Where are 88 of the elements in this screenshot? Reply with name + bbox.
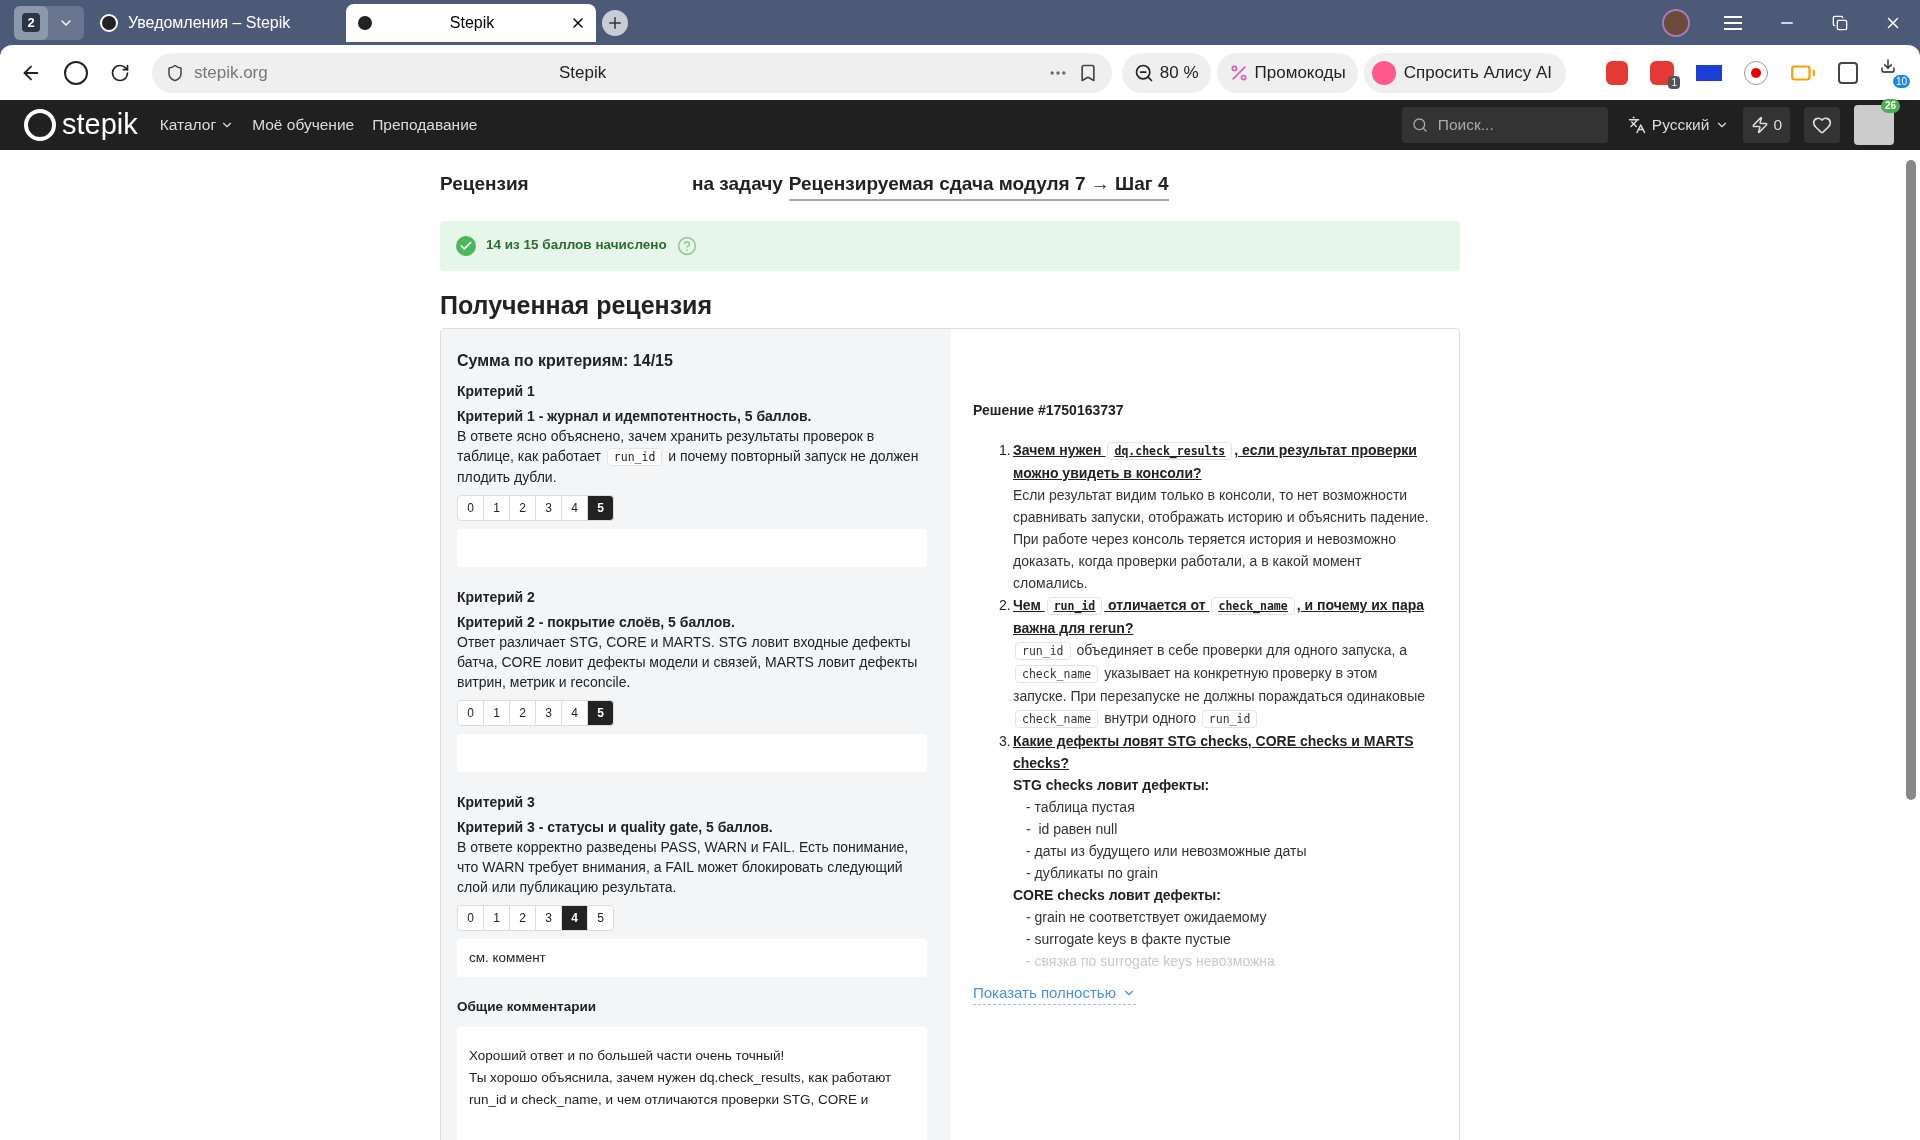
zoom-button[interactable]: 80 %	[1121, 52, 1211, 93]
criterion-description: Ответ различает STG, CORE и MARTS. STG ловит входные дефекты батча, CORE ловит дефекты модели и связей, MARTS ловит дефекты витрин, метрик и reconcile.	[457, 633, 919, 692]
search-icon	[1411, 117, 1428, 133]
translate-icon	[1627, 116, 1646, 134]
score-option[interactable]: 2	[509, 495, 536, 521]
address-bar[interactable]: stepik.org Stepik	[152, 52, 1112, 93]
scrollbar[interactable]	[1906, 160, 1916, 800]
extension-icon[interactable]	[1696, 64, 1722, 81]
score-option[interactable]: 0	[457, 700, 484, 726]
comment-field[interactable]: см. коммент	[457, 939, 927, 977]
score-option[interactable]: 3	[535, 495, 562, 521]
task-prefix: на задачу	[692, 172, 783, 196]
answer-bullet: - surrogate keys в факте пустые	[1026, 930, 1231, 949]
heart-icon	[1812, 115, 1832, 135]
favorites-button[interactable]	[1804, 107, 1840, 143]
general-comments-label: Общие комментарии	[457, 998, 598, 1016]
alice-button[interactable]: Спросить Алису AI	[1363, 52, 1566, 93]
score-option[interactable]: 4	[561, 495, 588, 521]
score-option[interactable]: 3	[535, 905, 562, 931]
nav-link[interactable]: Моё обучение	[252, 113, 355, 137]
answer-bullet: - таблица пустая	[1026, 798, 1135, 817]
shield-icon	[166, 63, 184, 82]
answer-subheading: STG checks ловит дефекты:	[1013, 776, 1211, 795]
download-count: 10	[1892, 74, 1910, 88]
tab-count-button[interactable]: 2	[14, 5, 48, 40]
browser-tab[interactable]: Уведомления – Stepik	[90, 3, 340, 42]
solution-title: Решение #1750163737	[973, 401, 1125, 420]
score-option[interactable]: 1	[483, 495, 510, 521]
answer-paragraph: run_id объединяет в себе проверки для одного запуска, а check_name указывает на конкретную проверку в этом запуске. При перезапуске не должны пораждаться одинаковые check_name внутри одного run_id	[1013, 641, 1426, 730]
extension-badge: 1	[1668, 75, 1680, 89]
score-option[interactable]: 1	[483, 905, 510, 931]
item-number: 1.	[999, 441, 1012, 460]
criterion-heading: Критерий 1 - журнал и идемпотентность, 5 баллов.	[457, 407, 813, 426]
score-option[interactable]: 2	[509, 700, 536, 726]
menu-icon[interactable]	[1724, 15, 1742, 30]
new-tab-button[interactable]	[602, 9, 628, 36]
score-text: 14 из 15 баллов начислено	[486, 236, 667, 255]
criterion-title: Критерий 3	[457, 793, 536, 812]
score-option[interactable]: 4	[561, 700, 588, 726]
answer-bullet: - id равен null	[1026, 820, 1118, 839]
promo-button[interactable]: Промокоды	[1216, 52, 1358, 93]
criterion-heading: Критерий 3 - статусы и quality gate, 5 баллов.	[457, 818, 774, 837]
search-field[interactable]: Поиск...	[1401, 107, 1608, 143]
criterion-description: В ответе корректно разведены PASS, WARN и FAIL. Есть понимание, что WARN требует внимания, а FAIL может блокировать следующий слой или публикацию результата.	[457, 838, 910, 897]
zoom-out-icon	[1133, 62, 1154, 83]
general-comment-field[interactable]: Хороший ответ и по большей части очень точный! Ты хорошо объяснила, зачем нужен dq.check_results, как работают run_id и check_name, и чем отличаются проверки STG, CORE и	[457, 1027, 927, 1140]
question-link[interactable]: Какие дефекты ловят STG checks, CORE checks и MARTS checks?	[1013, 730, 1429, 774]
criterion-heading: Критерий 2 - покрытие слоёв, 5 баллов.	[457, 613, 736, 632]
comment-paragraph: Хороший ответ и по большей части очень точный!	[469, 1047, 786, 1066]
score-option[interactable]: 0	[457, 495, 484, 521]
score-option[interactable]: 5	[587, 700, 614, 726]
question-link[interactable]: Зачем нужен dq.check_results , если результат проверки можно увидеть в консоли?	[1013, 439, 1429, 484]
score-option[interactable]: 1	[483, 700, 510, 726]
browser-tab[interactable]: Stepik	[346, 3, 596, 42]
check-icon	[456, 235, 476, 256]
criterion-title: Критерий 2	[457, 588, 536, 607]
comment-paragraph: Ты хорошо объяснила, зачем нужен dq.check_results, как работают run_id и check_name, и чем отличаются проверки STG, CORE и	[469, 1069, 893, 1110]
criterion-title: Критерий 1	[457, 382, 536, 401]
answer-subheading: CORE checks ловит дефекты:	[1013, 886, 1222, 905]
download-icon[interactable]	[1880, 57, 1896, 74]
score-option[interactable]: 4	[561, 905, 588, 931]
item-number: 3.	[999, 732, 1012, 751]
task-link[interactable]: Рецензируемая сдача модуля 7 → Шаг 4	[788, 170, 1169, 201]
lightning-icon	[1751, 116, 1770, 134]
language-select[interactable]: Русский	[1627, 113, 1730, 137]
answer-bullet: - дубликаты по grain	[1026, 864, 1158, 883]
nav-link[interactable]: Каталог	[159, 113, 235, 137]
section-heading: Полученная рецензия	[440, 289, 714, 321]
question-link[interactable]: Чем run_id отличается от check_name , и почему их пара важна для rerun?	[1013, 594, 1429, 639]
score-option[interactable]: 5	[587, 905, 614, 931]
alice-icon	[1371, 60, 1396, 85]
nav-link[interactable]: Преподавание	[372, 113, 478, 137]
score-option[interactable]: 3	[535, 700, 562, 726]
score-option[interactable]: 5	[587, 495, 614, 521]
answer-bullet: - даты из будущего или невозможные даты	[1026, 842, 1307, 861]
extension-icon[interactable]	[1838, 61, 1858, 84]
answer-paragraph: Если результат видим только в консоли, то нет возможности сравнивать запуски, отображать историю и объяснить падение. При работе через консоль теряется история и невозможно доказать, когда проверки работали, а в какой момент сломались.	[1013, 486, 1429, 593]
restore-icon[interactable]	[1832, 14, 1848, 31]
answer-bullet: - grain не соответствует ожидаемому	[1026, 908, 1267, 927]
score-option[interactable]: 2	[509, 905, 536, 931]
score-option[interactable]: 0	[457, 905, 484, 931]
item-number: 2.	[999, 596, 1012, 615]
reload-icon[interactable]	[110, 62, 130, 83]
criterion-description: В ответе ясно объяснено, зачем хранить результаты проверок в таблице, как работает run_id и почему повторный запуск не должен плодить дубли.	[457, 427, 920, 487]
stepik-logo[interactable]: stepik	[24, 103, 138, 147]
energy-button[interactable]: 0	[1743, 107, 1790, 143]
page-title: Рецензия	[440, 172, 530, 196]
total-score: Сумма по критериям: 14/15	[457, 351, 674, 371]
